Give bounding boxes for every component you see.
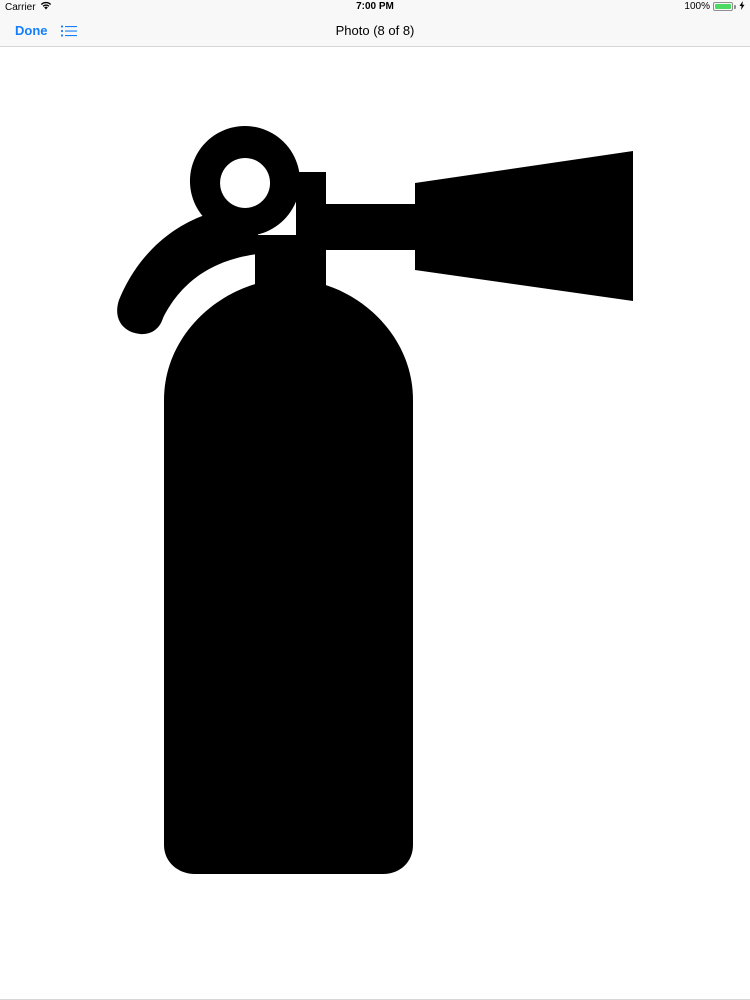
navigation-bar: Done Photo (8 of 8) bbox=[0, 14, 750, 47]
status-time: 7:00 PM bbox=[356, 1, 394, 12]
battery-icon bbox=[713, 2, 733, 11]
page-title: Photo (8 of 8) bbox=[335, 23, 415, 38]
status-bar: Carrier 7:00 PM 100% bbox=[0, 0, 750, 14]
battery-cap bbox=[734, 4, 736, 9]
done-button[interactable]: Done bbox=[15, 23, 48, 38]
photo-viewer-screen: Carrier 7:00 PM 100% Done Photo (8 of 8) bbox=[0, 0, 750, 1000]
battery-level-fill bbox=[715, 4, 731, 9]
photo-image bbox=[0, 47, 750, 999]
battery-percentage: 100% bbox=[684, 1, 710, 12]
fire-extinguisher-icon bbox=[117, 126, 633, 874]
charging-icon bbox=[739, 1, 745, 12]
list-icon[interactable] bbox=[60, 24, 78, 38]
status-right: 100% bbox=[684, 1, 745, 12]
